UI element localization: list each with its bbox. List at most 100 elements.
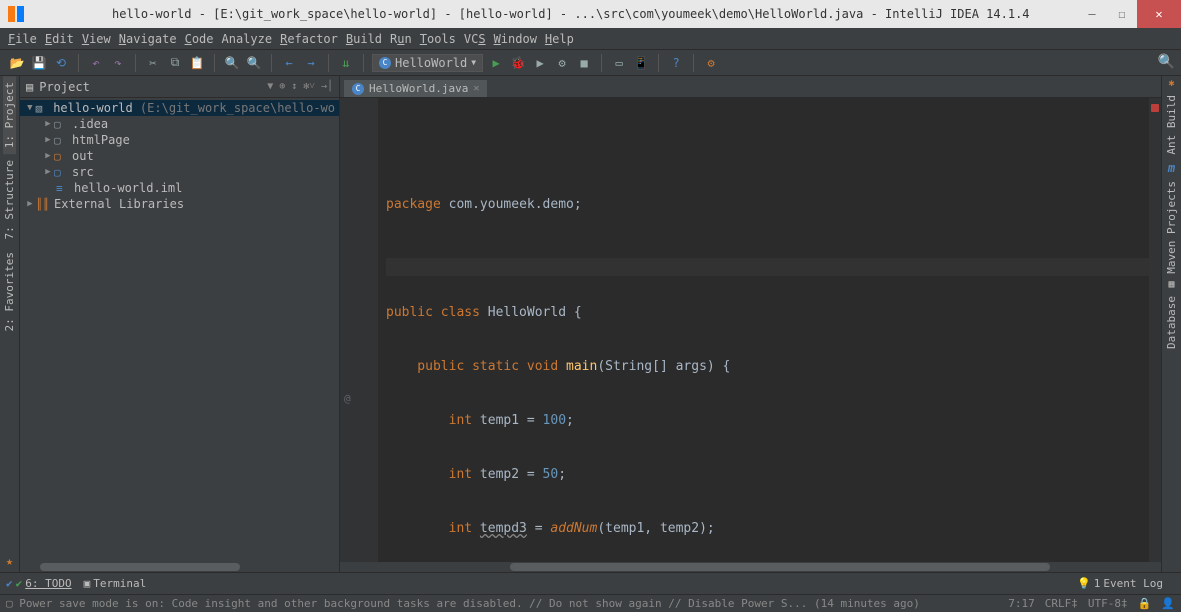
menu-window[interactable]: Window bbox=[494, 32, 537, 46]
class-icon: C bbox=[379, 57, 391, 69]
profiler-icon[interactable]: ⚙ bbox=[553, 54, 571, 72]
tree-item-external[interactable]: ▶║║External Libraries bbox=[20, 196, 339, 212]
hide-icon[interactable]: →│ bbox=[321, 81, 333, 92]
ant-icon[interactable]: ✱ bbox=[1168, 78, 1174, 89]
left-tool-stripe: 1: Project 7: Structure 2: Favorites ★ bbox=[0, 76, 20, 572]
status-caret-pos[interactable]: 7:17 bbox=[1008, 597, 1035, 610]
undo-icon[interactable]: ↶ bbox=[87, 54, 105, 72]
tool-database[interactable]: Database bbox=[1165, 290, 1178, 355]
tab-helloworld[interactable]: C HelloWorld.java ✕ bbox=[344, 80, 487, 97]
project-panel-title: Project bbox=[39, 80, 261, 94]
copy-icon[interactable]: ⧉ bbox=[166, 54, 184, 72]
project-panel-header: ▤ Project ▼ ⊕ ↕ ✻˅ →│ bbox=[20, 76, 339, 98]
override-gutter-icon[interactable]: @ bbox=[344, 392, 351, 405]
search-everywhere-icon[interactable]: 🔍 bbox=[1158, 54, 1175, 70]
status-message[interactable]: Power save mode is on: Code insight and … bbox=[19, 597, 920, 610]
window-title: hello-world - [E:\git_work_space\hello-w… bbox=[32, 7, 1077, 21]
back-icon[interactable]: ← bbox=[280, 54, 298, 72]
maven-m-icon[interactable]: m bbox=[1168, 161, 1175, 175]
menu-refactor[interactable]: Refactor bbox=[280, 32, 338, 46]
error-marker-icon[interactable] bbox=[1151, 104, 1159, 112]
tool-ant[interactable]: Ant Build bbox=[1165, 89, 1178, 161]
close-tab-icon[interactable]: ✕ bbox=[473, 83, 479, 94]
debug-icon[interactable]: 🐞 bbox=[509, 54, 527, 72]
minimize-button[interactable]: — bbox=[1077, 0, 1107, 28]
database-icon[interactable]: ▦ bbox=[1168, 279, 1174, 290]
run-icon[interactable]: ▶ bbox=[487, 54, 505, 72]
tool-maven[interactable]: Maven Projects bbox=[1165, 175, 1178, 280]
menu-vcs[interactable]: VCS bbox=[464, 32, 486, 46]
menubar: File Edit View Navigate Code Analyze Ref… bbox=[0, 28, 1181, 50]
stop-icon[interactable]: ■ bbox=[575, 54, 593, 72]
chevron-down-icon: ▼ bbox=[471, 58, 476, 67]
find-icon[interactable]: 🔍 bbox=[223, 54, 241, 72]
avd-icon[interactable]: ▭ bbox=[610, 54, 628, 72]
coverage-icon[interactable]: ▶ bbox=[531, 54, 549, 72]
status-line-sep[interactable]: CRLF‡ bbox=[1045, 597, 1078, 610]
editor[interactable]: @ package com.youmeek.demo; public class… bbox=[340, 98, 1161, 562]
menu-help[interactable]: Help bbox=[545, 32, 574, 46]
tool-todo[interactable]: ✔✔ 6: TODO bbox=[6, 577, 72, 590]
close-window-button[interactable]: ✕ bbox=[1137, 0, 1181, 28]
titlebar: hello-world - [E:\git_work_space\hello-w… bbox=[0, 0, 1181, 28]
editor-tabs: C HelloWorld.java ✕ bbox=[340, 76, 1161, 98]
menu-analyze[interactable]: Analyze bbox=[222, 32, 273, 46]
gutter: @ bbox=[340, 98, 378, 562]
error-stripe[interactable] bbox=[1149, 98, 1161, 562]
tree-item-htmlpage[interactable]: ▶▢htmlPage bbox=[20, 132, 339, 148]
menu-navigate[interactable]: Navigate bbox=[119, 32, 177, 46]
tool-favorites[interactable]: 2: Favorites bbox=[3, 246, 16, 337]
maximize-button[interactable]: ☐ bbox=[1107, 0, 1137, 28]
tool-terminal[interactable]: ▣ Terminal bbox=[84, 577, 147, 590]
toolbar: 📂 💾 ⟲ ↶ ↷ ✂ ⧉ 📋 🔍 🔍 ← → ⇊ C HelloWorld ▼… bbox=[0, 50, 1181, 76]
sdk-icon[interactable]: 📱 bbox=[632, 54, 650, 72]
help-icon[interactable]: ? bbox=[667, 54, 685, 72]
tree-item-out[interactable]: ▶▢out bbox=[20, 148, 339, 164]
structure-icon[interactable]: ⚙ bbox=[702, 54, 720, 72]
menu-view[interactable]: View bbox=[82, 32, 111, 46]
gear-icon[interactable]: ✻˅ bbox=[303, 81, 315, 92]
class-icon: C bbox=[352, 83, 364, 95]
right-tool-stripe: ✱ Ant Build m Maven Projects ▦ Database bbox=[1161, 76, 1181, 572]
menu-edit[interactable]: Edit bbox=[45, 32, 74, 46]
statusbar-icon[interactable]: ▢ bbox=[6, 597, 13, 610]
cut-icon[interactable]: ✂ bbox=[144, 54, 162, 72]
make-icon[interactable]: ⇊ bbox=[337, 54, 355, 72]
menu-run[interactable]: Run bbox=[390, 32, 412, 46]
tree-item-src[interactable]: ▶▢src bbox=[20, 164, 339, 180]
scroll-target-icon[interactable]: ⊕ bbox=[279, 81, 285, 92]
scrollbar-thumb[interactable] bbox=[510, 563, 1050, 571]
favorite-star-icon: ★ bbox=[6, 554, 13, 568]
project-icon: ▤ bbox=[26, 80, 33, 94]
menu-code[interactable]: Code bbox=[185, 32, 214, 46]
tree-root[interactable]: ▼▧ hello-world (E:\git_work_space\hello-… bbox=[20, 100, 339, 116]
redo-icon[interactable]: ↷ bbox=[109, 54, 127, 72]
collapse-icon[interactable]: ↕ bbox=[291, 81, 297, 92]
menu-file[interactable]: File bbox=[8, 32, 37, 46]
code-area[interactable]: package com.youmeek.demo; public class H… bbox=[378, 98, 1149, 562]
tool-eventlog[interactable]: 💡1 Event Log bbox=[1077, 577, 1163, 590]
open-icon[interactable]: 📂 bbox=[8, 54, 26, 72]
project-panel: ▤ Project ▼ ⊕ ↕ ✻˅ →│ ▼▧ hello-world (E:… bbox=[20, 76, 340, 572]
tool-project[interactable]: 1: Project bbox=[3, 76, 16, 154]
hector-icon[interactable]: 👤 bbox=[1161, 597, 1175, 610]
tree-item-idea[interactable]: ▶▢.idea bbox=[20, 116, 339, 132]
replace-icon[interactable]: 🔍 bbox=[245, 54, 263, 72]
scrollbar-thumb[interactable] bbox=[40, 563, 240, 571]
project-tree: ▼▧ hello-world (E:\git_work_space\hello-… bbox=[20, 98, 339, 562]
paste-icon[interactable]: 📋 bbox=[188, 54, 206, 72]
menu-tools[interactable]: Tools bbox=[420, 32, 456, 46]
forward-icon[interactable]: → bbox=[302, 54, 320, 72]
editor-area: C HelloWorld.java ✕ @ package com.youmee… bbox=[340, 76, 1161, 572]
bottom-tool-stripe: ✔✔ 6: TODO ▣ Terminal 💡1 Event Log bbox=[0, 572, 1181, 594]
save-icon[interactable]: 💾 bbox=[30, 54, 48, 72]
status-encoding[interactable]: UTF-8‡ bbox=[1088, 597, 1128, 610]
menu-build[interactable]: Build bbox=[346, 32, 382, 46]
run-config-dropdown[interactable]: C HelloWorld ▼ bbox=[372, 54, 483, 72]
sync-icon[interactable]: ⟲ bbox=[52, 54, 70, 72]
tree-item-iml[interactable]: ≡hello-world.iml bbox=[20, 180, 339, 196]
chevron-down-icon[interactable]: ▼ bbox=[267, 81, 273, 92]
lock-icon[interactable]: 🔒 bbox=[1138, 597, 1152, 610]
tool-structure[interactable]: 7: Structure bbox=[3, 154, 16, 245]
app-logo-icon bbox=[6, 4, 26, 24]
